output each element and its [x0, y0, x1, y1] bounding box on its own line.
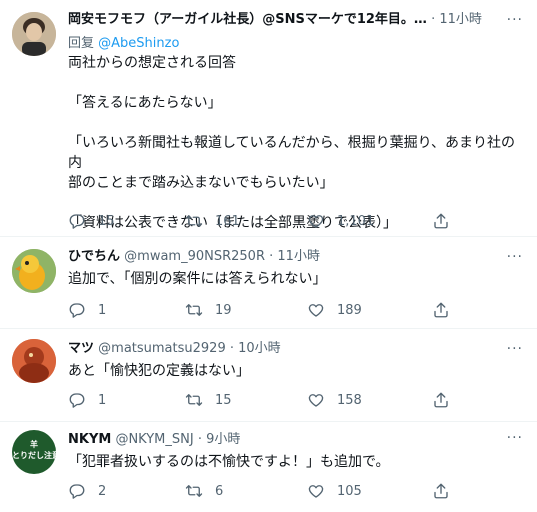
tweet-header: ひでちん @mwam_90NSR250R · 11小時 — [68, 247, 527, 267]
heart-icon — [308, 304, 324, 317]
profile-photo-icon — [12, 12, 56, 56]
user-handle[interactable]: @mwam_90NSR250R — [124, 249, 265, 264]
display-name[interactable]: ひでちん — [68, 249, 120, 264]
timestamp[interactable]: 11小時 — [277, 249, 320, 264]
heart-icon — [308, 215, 324, 228]
reply-label: 回复 — [68, 36, 95, 51]
avatar[interactable]: 羊 とりだし注意 — [12, 430, 56, 474]
share-button[interactable] — [432, 482, 450, 500]
more-options-button[interactable]: ··· — [507, 341, 523, 357]
profile-photo-icon — [12, 249, 56, 293]
like-button[interactable]: 158 — [307, 391, 362, 409]
user-handle[interactable]: @NKYM_SNJ — [115, 432, 193, 447]
more-options-button[interactable]: ··· — [507, 12, 523, 28]
like-count: 1,101 — [337, 213, 375, 229]
share-icon — [434, 213, 448, 229]
retweet-icon — [185, 215, 203, 227]
avatar[interactable] — [12, 339, 56, 383]
retweet-button[interactable]: 19 — [185, 301, 232, 319]
heart-icon — [308, 485, 324, 498]
reply-icon — [69, 303, 85, 318]
avatar[interactable] — [12, 12, 56, 56]
share-button[interactable] — [432, 301, 450, 319]
separator: · — [197, 432, 202, 447]
tweet-text: 「犯罪者扱いするのは不愉快ですよ！」も追加で。 — [68, 454, 390, 470]
share-icon — [434, 302, 448, 318]
user-handle[interactable]: @matsumatsu2929 — [98, 341, 226, 356]
avatar-sign: 羊 とりだし注意 — [12, 430, 56, 474]
tweet-actions: 15 161 1,101 — [68, 212, 468, 230]
retweet-count: 15 — [215, 392, 232, 408]
retweet-button[interactable]: 161 — [185, 212, 240, 230]
retweet-count: 6 — [215, 483, 224, 499]
reply-button[interactable]: 1 — [68, 301, 106, 319]
reply-count: 2 — [98, 483, 107, 499]
tweet-text: 両社からの想定される回答 「答えるにあたらない」 「いろいろ新聞社も報道している… — [68, 55, 516, 231]
share-button[interactable] — [432, 212, 450, 230]
retweet-button[interactable]: 15 — [185, 391, 232, 409]
retweet-icon — [185, 304, 203, 316]
tweet[interactable]: ひでちん @mwam_90NSR250R · 11小時 追加で、「個別の案件には… — [0, 237, 537, 329]
timestamp[interactable]: 10小時 — [238, 341, 281, 356]
tweet-text: 追加で、「個別の案件には答えられない」 — [68, 271, 327, 287]
reply-count: 1 — [98, 302, 107, 318]
tweet[interactable]: 岡安モフモフ（アーガイル社長）@SNSマーケで12年目。… · 11小時 回复 … — [0, 0, 537, 237]
like-button[interactable]: 1,101 — [307, 212, 374, 230]
tweet-text: あと「愉快犯の定義はない」 — [68, 363, 250, 379]
tweet-header: マツ @matsumatsu2929 · 10小時 — [68, 339, 527, 359]
reply-button[interactable]: 1 — [68, 391, 106, 409]
reply-icon — [69, 484, 85, 499]
reply-count: 15 — [98, 213, 115, 229]
tweet[interactable]: マツ @matsumatsu2929 · 10小時 あと「愉快犯の定義はない」 … — [0, 329, 537, 422]
reply-mention[interactable]: @AbeShinzo — [98, 36, 179, 51]
display-name[interactable]: マツ — [68, 341, 94, 356]
profile-photo-icon — [12, 339, 56, 383]
share-button[interactable] — [432, 391, 450, 409]
tweet-actions: 2 6 105 — [68, 482, 468, 500]
separator: · — [229, 341, 234, 356]
tweet-header: 岡安モフモフ（アーガイル社長）@SNSマーケで12年目。… · 11小時 — [68, 10, 527, 30]
tweet-actions: 1 19 189 — [68, 301, 468, 319]
retweet-icon — [185, 485, 203, 497]
tweet-actions: 1 15 158 — [68, 391, 468, 409]
more-options-button[interactable]: ··· — [507, 249, 523, 265]
like-count: 189 — [337, 302, 362, 318]
avatar[interactable] — [12, 249, 56, 293]
tweet[interactable]: 羊 とりだし注意 NKYM @NKYM_SNJ · 9小時 「犯罪者扱いするのは… — [0, 422, 537, 512]
like-button[interactable]: 189 — [307, 301, 362, 319]
reply-icon — [69, 214, 85, 229]
retweet-button[interactable]: 6 — [185, 482, 223, 500]
display-name[interactable]: NKYM — [68, 432, 111, 447]
separator: · — [431, 12, 436, 27]
more-options-button[interactable]: ··· — [507, 430, 523, 446]
heart-icon — [308, 394, 324, 407]
like-count: 158 — [337, 392, 362, 408]
tweet-header: NKYM @NKYM_SNJ · 9小時 — [68, 430, 527, 450]
share-icon — [434, 483, 448, 499]
display-name[interactable]: 岡安モフモフ（アーガイル社長）@SNSマーケで12年目。… — [68, 12, 427, 27]
timestamp[interactable]: 9小時 — [206, 432, 240, 447]
reply-button[interactable]: 15 — [68, 212, 115, 230]
reply-context: 回复 @AbeShinzo — [68, 32, 527, 51]
timestamp[interactable]: 11小時 — [439, 12, 482, 27]
share-icon — [434, 392, 448, 408]
retweet-count: 19 — [215, 302, 232, 318]
retweet-count: 161 — [215, 213, 240, 229]
like-button[interactable]: 105 — [307, 482, 362, 500]
reply-icon — [69, 393, 85, 408]
reply-count: 1 — [98, 392, 107, 408]
reply-button[interactable]: 2 — [68, 482, 106, 500]
like-count: 105 — [337, 483, 362, 499]
separator: · — [269, 249, 274, 264]
retweet-icon — [185, 394, 203, 406]
